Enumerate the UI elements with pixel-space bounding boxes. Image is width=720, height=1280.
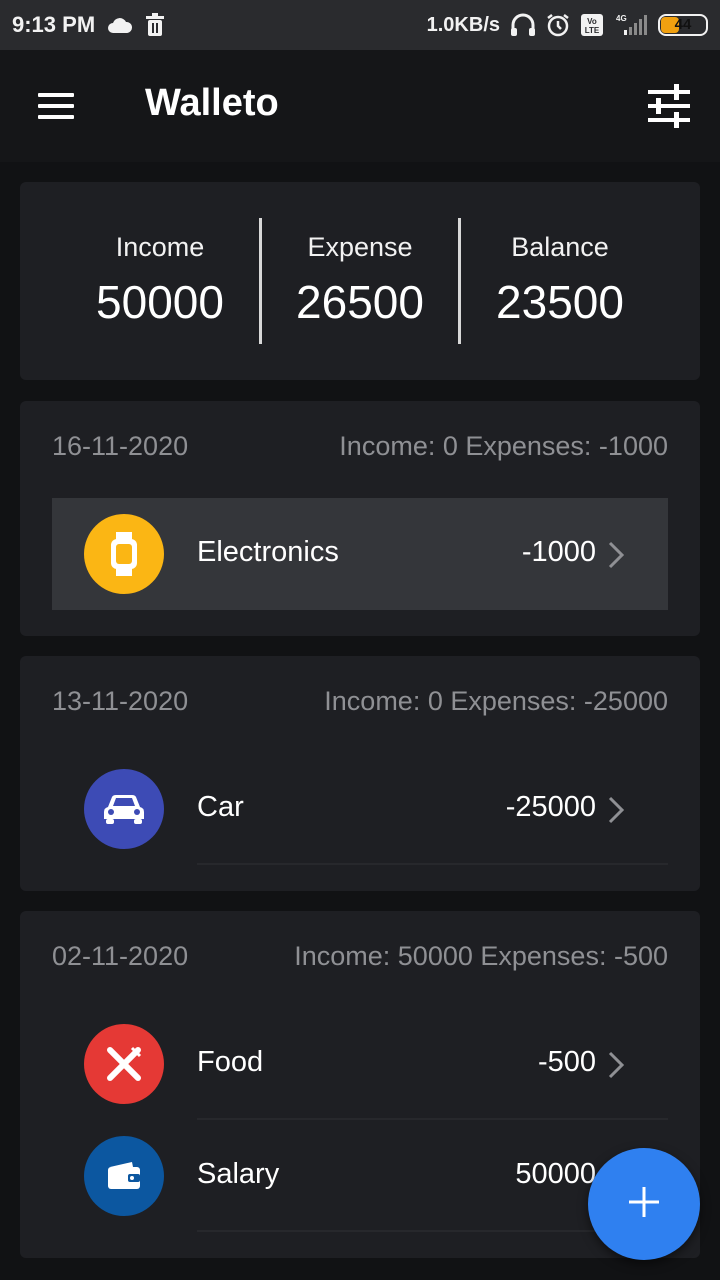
transaction-category: Salary bbox=[197, 1158, 280, 1190]
balance-label: Balance bbox=[511, 232, 609, 262]
wallet-icon bbox=[84, 1136, 164, 1216]
hamburger-menu-icon[interactable] bbox=[30, 86, 82, 126]
plus-icon bbox=[627, 1185, 661, 1224]
transaction-row[interactable]: Food -500 bbox=[52, 1008, 668, 1120]
transaction-category: Car bbox=[197, 791, 244, 823]
signal-icon: 4G bbox=[614, 13, 648, 37]
trash-icon bbox=[145, 13, 165, 37]
day-header: 16-11-2020 Income: 0 Expenses: -1000 bbox=[52, 431, 668, 462]
day-date: 02-11-2020 bbox=[52, 941, 189, 971]
day-totals: Income: 0 Expenses: -25000 bbox=[324, 686, 668, 716]
expense-label: Expense bbox=[307, 232, 413, 262]
status-time: 9:13 PM bbox=[12, 12, 96, 37]
app-title: Walleto bbox=[145, 82, 279, 124]
headset-icon bbox=[510, 13, 536, 37]
transaction-category: Electronics bbox=[197, 536, 339, 568]
transaction-amount: -25000 bbox=[505, 791, 596, 823]
cloud-icon bbox=[107, 16, 133, 34]
svg-text:Vo: Vo bbox=[587, 17, 597, 26]
transaction-category: Food bbox=[197, 1046, 264, 1078]
add-transaction-button[interactable] bbox=[588, 1148, 700, 1260]
signal-label: 4G bbox=[616, 14, 627, 23]
day-totals: Income: 50000 Expenses: -500 bbox=[294, 941, 668, 971]
expense-value: 26500 bbox=[296, 276, 424, 328]
chevron-right-icon bbox=[606, 1050, 626, 1080]
expense-summary: Expense 26500 bbox=[260, 218, 460, 329]
chevron-right-icon bbox=[606, 540, 626, 570]
day-group-card: 16-11-2020 Income: 0 Expenses: -1000 Ele… bbox=[20, 401, 700, 636]
transaction-row[interactable]: Electronics -1000 bbox=[52, 498, 668, 610]
volte-icon: Vo LTE bbox=[580, 13, 604, 37]
battery-icon: 44 bbox=[658, 14, 708, 36]
chevron-right-icon bbox=[606, 795, 626, 825]
summary-card: Income 50000 Expense 26500 Balance 23500 bbox=[20, 182, 700, 380]
transaction-amount: -1000 bbox=[521, 536, 596, 568]
transaction-row[interactable]: Car -25000 bbox=[52, 753, 668, 865]
watch-icon bbox=[84, 514, 164, 594]
day-header: 13-11-2020 Income: 0 Expenses: -25000 bbox=[52, 686, 668, 717]
day-header: 02-11-2020 Income: 50000 Expenses: -500 bbox=[52, 941, 668, 972]
status-bar: 9:13 PM 1.0KB/s Vo LTE 4G 44 bbox=[0, 0, 720, 50]
fork-knife-icon bbox=[84, 1024, 164, 1104]
sliders-filter-icon[interactable] bbox=[640, 80, 698, 132]
app-bar: Walleto bbox=[0, 50, 720, 162]
day-totals: Income: 0 Expenses: -1000 bbox=[339, 431, 668, 461]
alarm-icon bbox=[546, 13, 570, 37]
network-speed: 1.0KB/s bbox=[426, 13, 500, 36]
battery-level: 44 bbox=[674, 16, 692, 33]
day-group-card: 13-11-2020 Income: 0 Expenses: -25000 Ca… bbox=[20, 656, 700, 891]
day-date: 13-11-2020 bbox=[52, 686, 189, 716]
balance-summary: Balance 23500 bbox=[460, 218, 660, 329]
income-value: 50000 bbox=[96, 276, 224, 328]
income-summary: Income 50000 bbox=[60, 218, 260, 329]
income-label: Income bbox=[115, 232, 205, 262]
balance-value: 23500 bbox=[496, 276, 624, 328]
transaction-amount: -500 bbox=[537, 1046, 596, 1078]
row-divider bbox=[197, 863, 668, 865]
svg-text:LTE: LTE bbox=[585, 26, 600, 35]
day-date: 16-11-2020 bbox=[52, 431, 189, 461]
transaction-amount: 50000 bbox=[515, 1158, 596, 1190]
transaction-row[interactable]: Salary 50000 bbox=[52, 1120, 668, 1232]
car-icon bbox=[84, 769, 164, 849]
